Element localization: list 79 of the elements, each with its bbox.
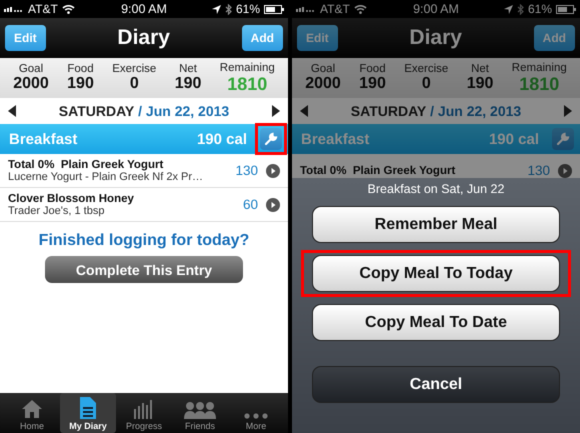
disclosure-icon[interactable] xyxy=(266,198,280,212)
signal-icon xyxy=(296,6,316,12)
disclosure-icon[interactable] xyxy=(266,164,280,178)
wrench-button[interactable] xyxy=(260,128,282,150)
location-icon xyxy=(212,4,221,14)
meal-calories: 190 cal xyxy=(488,130,539,148)
location-icon xyxy=(504,4,513,14)
food-calories: 130 xyxy=(527,163,550,178)
date-label: SATURDAY / Jun 22, 2013 xyxy=(58,103,230,119)
summary-value: 1810 xyxy=(519,74,560,94)
summary-value: 190 xyxy=(67,75,94,93)
cancel-button[interactable]: Cancel xyxy=(312,366,560,403)
meal-calories: 190 cal xyxy=(196,130,247,148)
battery-percent: 61% xyxy=(236,2,260,16)
food-entry[interactable]: Clover Blossom Honey Trader Joe's, 1 tbsp 60 xyxy=(0,188,288,222)
wrench-button[interactable] xyxy=(552,128,574,150)
disclosure-icon[interactable] xyxy=(558,164,572,178)
food-detail: Lucerne Yogurt - Plain Greek Nf 2x Pr… xyxy=(8,170,204,182)
food-calories: 60 xyxy=(242,197,258,212)
more-dots-icon xyxy=(244,413,268,419)
people-icon xyxy=(184,401,216,419)
meal-name: Breakfast xyxy=(301,130,370,148)
summary-value: 190 xyxy=(174,75,202,93)
tab-item[interactable]: More xyxy=(228,393,284,433)
bluetooth-icon xyxy=(516,4,524,14)
food-name: Clover Blossom Honey xyxy=(8,192,135,204)
wrench-icon xyxy=(264,132,278,146)
summary-value: 1810 xyxy=(227,74,268,94)
summary-label: Food xyxy=(67,63,94,75)
summary-label: Goal xyxy=(310,63,336,75)
complete-entry-button[interactable]: Complete This Entry xyxy=(45,256,243,283)
wifi-icon xyxy=(62,4,75,14)
food-detail: Trader Joe's, 1 tbsp xyxy=(8,204,106,216)
summary-value: 190 xyxy=(359,75,386,93)
summary-label: Remaining xyxy=(220,62,275,74)
tab-item[interactable]: Progress xyxy=(116,393,172,433)
house-icon xyxy=(21,399,43,419)
carrier-name: AT&T xyxy=(28,2,58,16)
screen-title: Diary xyxy=(117,26,170,50)
battery-icon xyxy=(556,4,576,14)
summary-label: Exercise xyxy=(404,63,448,75)
previous-day-icon[interactable] xyxy=(8,105,16,117)
food-entry[interactable]: Total 0% Plain Greek Yogurt Lucerne Yogurt - Plain Greek Nf 2x Pr… 130 xyxy=(0,154,288,188)
tab-item[interactable]: Home xyxy=(4,393,60,433)
signal-icon xyxy=(4,6,24,12)
summary-label: Remaining xyxy=(512,62,567,74)
summary-value: 2000 xyxy=(13,75,49,93)
summary-label: Net xyxy=(471,63,490,75)
sheet-option-button[interactable]: Copy Meal To Today xyxy=(312,255,560,292)
tab-item[interactable]: My Diary xyxy=(60,393,116,433)
battery-icon xyxy=(264,4,284,14)
summary-value: 190 xyxy=(466,75,494,93)
meal-name: Breakfast xyxy=(9,130,78,148)
sheet-option-button[interactable]: Copy Meal To Date xyxy=(312,304,560,341)
summary-label: Food xyxy=(359,63,386,75)
food-name: Total 0% Plain Greek Yogurt xyxy=(300,164,456,176)
wrench-icon xyxy=(556,132,570,146)
summary-label: Net xyxy=(179,63,198,75)
summary-value: 0 xyxy=(130,75,139,93)
sheet-option-button[interactable]: Remember Meal xyxy=(312,206,560,243)
finished-prompt: Finished logging for today? xyxy=(38,232,250,250)
document-icon xyxy=(80,397,96,419)
summary-value: 2000 xyxy=(305,75,341,93)
food-name: Total 0% Plain Greek Yogurt xyxy=(8,158,164,170)
bluetooth-icon xyxy=(224,4,232,14)
date-label: SATURDAY / Jun 22, 2013 xyxy=(350,103,522,119)
status-time: 9:00 AM xyxy=(413,2,459,16)
next-day-icon[interactable] xyxy=(272,105,280,117)
summary-label: Exercise xyxy=(112,63,156,75)
battery-percent: 61% xyxy=(528,2,552,16)
bar-chart-icon xyxy=(133,399,155,419)
summary-value: 0 xyxy=(422,75,431,93)
summary-label: Goal xyxy=(18,63,44,75)
tab-item[interactable]: Friends xyxy=(172,393,228,433)
status-time: 9:00 AM xyxy=(121,2,167,16)
food-calories: 130 xyxy=(235,163,258,178)
carrier-name: AT&T xyxy=(320,2,350,16)
screen-title: Diary xyxy=(409,26,462,50)
wifi-icon xyxy=(354,4,367,14)
